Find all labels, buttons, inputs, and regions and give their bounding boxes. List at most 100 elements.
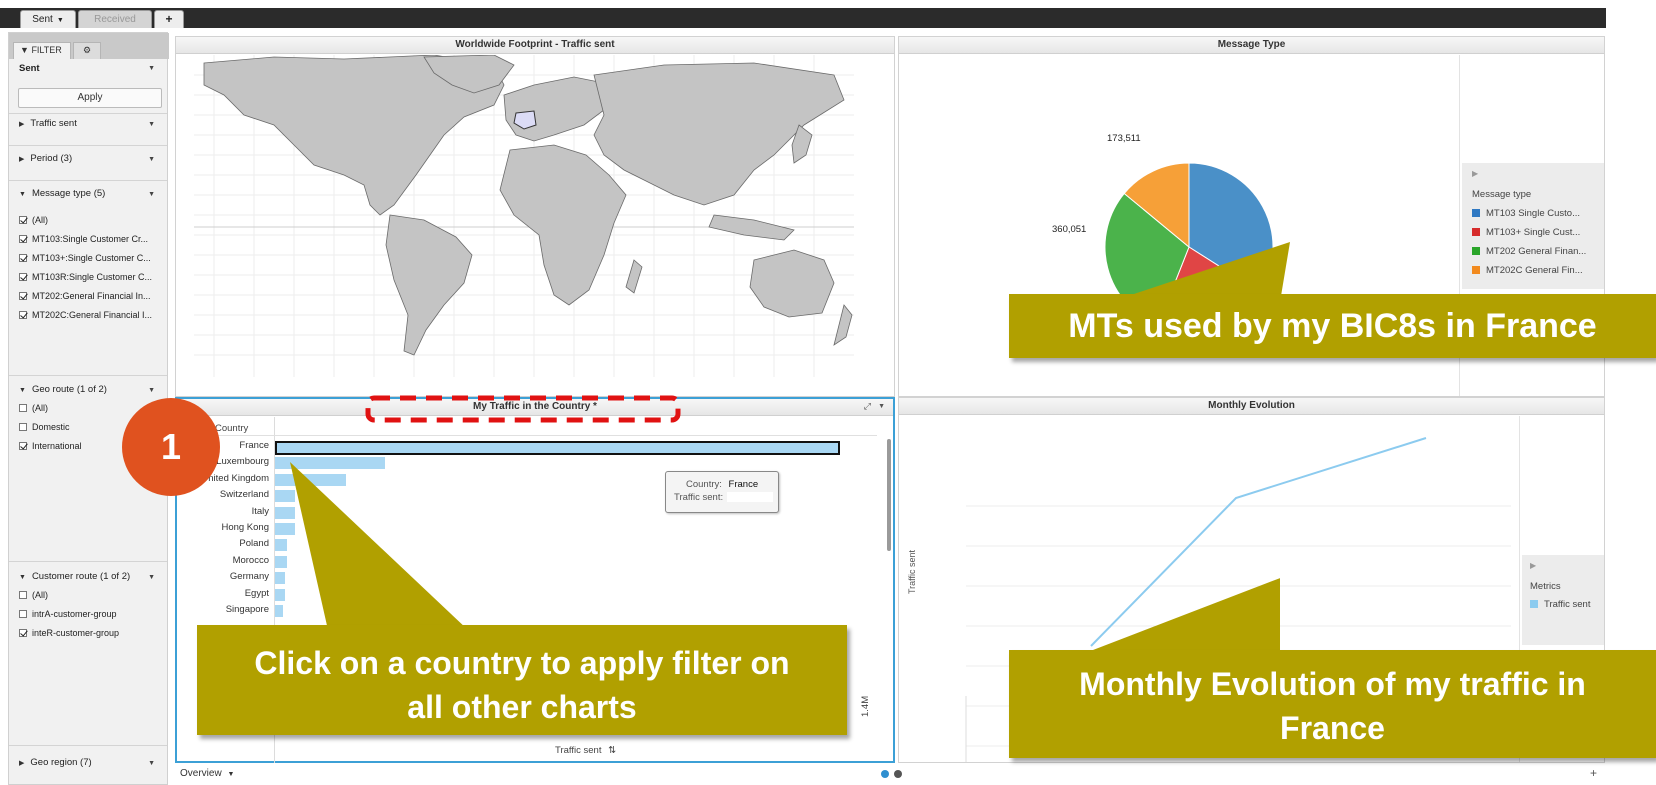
checkbox[interactable] bbox=[19, 442, 27, 450]
legend-toggle-icon[interactable]: ▶ bbox=[1530, 561, 1536, 570]
checkbox-intra-customer[interactable]: intrA-customer-group bbox=[19, 609, 117, 621]
chevron-down-icon[interactable]: ▼ bbox=[878, 403, 885, 410]
chevron-down-icon[interactable]: ▼ bbox=[57, 17, 64, 24]
callout-pointer-bar bbox=[290, 462, 468, 630]
pie-legend-title: Message type bbox=[1472, 189, 1532, 200]
bar-egypt[interactable] bbox=[275, 588, 285, 601]
legend-item-mt103[interactable]: MT103 Single Custo... bbox=[1472, 208, 1580, 219]
chevron-down-icon[interactable]: ▼ bbox=[148, 156, 155, 163]
checkbox-geo-all[interactable]: (All) bbox=[19, 403, 48, 415]
tab-received[interactable]: Received bbox=[78, 10, 152, 28]
checkbox-domestic[interactable]: Domestic bbox=[19, 422, 70, 434]
tab-sent[interactable]: Sent ▼ bbox=[20, 10, 76, 28]
checkbox[interactable] bbox=[19, 423, 27, 431]
checkbox-mt103-plus[interactable]: MT103+:Single Customer C... bbox=[19, 253, 151, 265]
tab-settings[interactable]: ⚙ bbox=[73, 42, 101, 59]
divider bbox=[9, 375, 167, 376]
section-geo-route[interactable]: ▼ Geo route (1 of 2) bbox=[19, 384, 107, 395]
bar-france[interactable] bbox=[275, 441, 840, 455]
checkbox-customer-all[interactable]: (All) bbox=[19, 590, 48, 602]
australia-shape[interactable] bbox=[749, 249, 835, 318]
checkbox[interactable] bbox=[19, 311, 27, 319]
south-america-shape[interactable] bbox=[385, 214, 473, 356]
madagascar-shape[interactable] bbox=[625, 259, 643, 294]
chevron-down-icon[interactable]: ▼ bbox=[148, 191, 155, 198]
expand-icon: ▶ bbox=[19, 760, 25, 767]
new-zealand-shape[interactable] bbox=[833, 304, 853, 346]
map-panel-title: Worldwide Footprint - Traffic sent bbox=[176, 37, 894, 54]
bar-morocco[interactable] bbox=[275, 555, 288, 568]
sidebar-tabs: ▼ FILTER ⚙ bbox=[9, 33, 169, 59]
chevron-down-icon[interactable]: ▼ bbox=[148, 387, 155, 394]
checkbox[interactable] bbox=[19, 273, 27, 281]
bar-label-morocco[interactable]: Morocco bbox=[177, 555, 269, 566]
legend-item-mt103-plus[interactable]: MT103+ Single Cust... bbox=[1472, 227, 1580, 238]
chevron-down-icon[interactable]: ▼ bbox=[148, 65, 155, 72]
dataset-selector[interactable]: Sent bbox=[19, 63, 40, 74]
bar-label-italy[interactable]: Italy bbox=[177, 506, 269, 517]
section-label: Traffic sent bbox=[30, 118, 77, 129]
page-selector[interactable]: Overview ▼ bbox=[180, 768, 234, 779]
legend-toggle-icon[interactable]: ▶ bbox=[1472, 169, 1478, 178]
indonesia-shape[interactable] bbox=[708, 214, 795, 241]
checkbox-mt202c[interactable]: MT202C:General Financial I... bbox=[19, 310, 152, 322]
divider bbox=[9, 113, 167, 114]
bar-germany[interactable] bbox=[275, 572, 285, 585]
checkbox-mt103r[interactable]: MT103R:Single Customer C... bbox=[19, 272, 152, 284]
tab-filter-label: FILTER bbox=[31, 45, 62, 55]
checkbox[interactable] bbox=[19, 254, 27, 262]
africa-shape[interactable] bbox=[499, 144, 627, 306]
apply-button[interactable]: Apply bbox=[18, 88, 162, 108]
sort-icon[interactable]: ⇅ bbox=[608, 745, 616, 756]
bar-label-singapore[interactable]: Singapore bbox=[177, 604, 269, 615]
section-geo-region[interactable]: ▶ Geo region (7) bbox=[19, 757, 92, 768]
tooltip-country-label: Country: bbox=[686, 479, 722, 490]
checkbox[interactable] bbox=[19, 591, 27, 599]
chevron-down-icon[interactable]: ▼ bbox=[148, 121, 155, 128]
checkbox-mt103[interactable]: MT103:Single Customer Cr... bbox=[19, 234, 148, 246]
legend-item-mt202[interactable]: MT202 General Finan... bbox=[1472, 246, 1586, 257]
dashed-highlight bbox=[365, 395, 681, 423]
bar-label-egypt[interactable]: Egypt bbox=[177, 588, 269, 599]
page-dot-active[interactable] bbox=[881, 770, 889, 778]
section-period[interactable]: ▶ Period (3) bbox=[19, 153, 72, 164]
checkbox-mt202[interactable]: MT202:General Financial In... bbox=[19, 291, 151, 303]
legend-item-mt202c[interactable]: MT202C General Fin... bbox=[1472, 265, 1583, 276]
expand-icon[interactable]: ⤢ bbox=[864, 401, 871, 412]
checkbox[interactable] bbox=[19, 292, 27, 300]
bar-label-germany[interactable]: Germany bbox=[177, 571, 269, 582]
pie-label-173511: 173,511 bbox=[1107, 133, 1141, 144]
chevron-down-icon[interactable]: ▼ bbox=[148, 760, 155, 767]
section-traffic-sent[interactable]: ▶ Traffic sent bbox=[19, 118, 77, 129]
tab-filter[interactable]: ▼ FILTER bbox=[13, 42, 71, 59]
chevron-down-icon[interactable]: ▼ bbox=[227, 771, 234, 778]
pie-legend: ▶ Message type MT103 Single Custo... MT1… bbox=[1462, 163, 1604, 289]
add-page-button[interactable]: + bbox=[1590, 766, 1597, 780]
checkbox[interactable] bbox=[19, 235, 27, 243]
section-customer-route[interactable]: ▼ Customer route (1 of 2) bbox=[19, 571, 130, 582]
page-dot[interactable] bbox=[894, 770, 902, 778]
checkbox[interactable] bbox=[19, 216, 27, 224]
checkbox[interactable] bbox=[19, 629, 27, 637]
checkbox[interactable] bbox=[19, 610, 27, 618]
checkbox-label: (All) bbox=[32, 403, 48, 413]
bar-singapore[interactable] bbox=[275, 605, 283, 617]
checkbox-international[interactable]: International bbox=[19, 441, 82, 453]
world-map[interactable] bbox=[194, 55, 854, 377]
add-tab-button[interactable]: + bbox=[154, 10, 184, 28]
checkbox-mt-all[interactable]: (All) bbox=[19, 215, 48, 227]
section-message-type[interactable]: ▼ Message type (5) bbox=[19, 188, 105, 199]
bar-poland[interactable] bbox=[275, 539, 288, 552]
legend-label: MT103+ Single Cust... bbox=[1486, 227, 1581, 238]
legend-item-traffic-sent[interactable]: Traffic sent bbox=[1530, 599, 1590, 610]
bar-label-hong-kong[interactable]: Hong Kong bbox=[177, 522, 269, 533]
divider bbox=[9, 145, 167, 146]
collapse-icon: ▼ bbox=[19, 574, 26, 581]
bar-label-poland[interactable]: Poland bbox=[177, 538, 269, 549]
checkbox[interactable] bbox=[19, 404, 27, 412]
divider bbox=[9, 745, 167, 746]
chevron-down-icon[interactable]: ▼ bbox=[148, 574, 155, 581]
line-legend-title: Metrics bbox=[1530, 581, 1561, 592]
checkbox-inter-customer[interactable]: inteR-customer-group bbox=[19, 628, 119, 640]
bar-scrollbar[interactable] bbox=[887, 439, 891, 551]
